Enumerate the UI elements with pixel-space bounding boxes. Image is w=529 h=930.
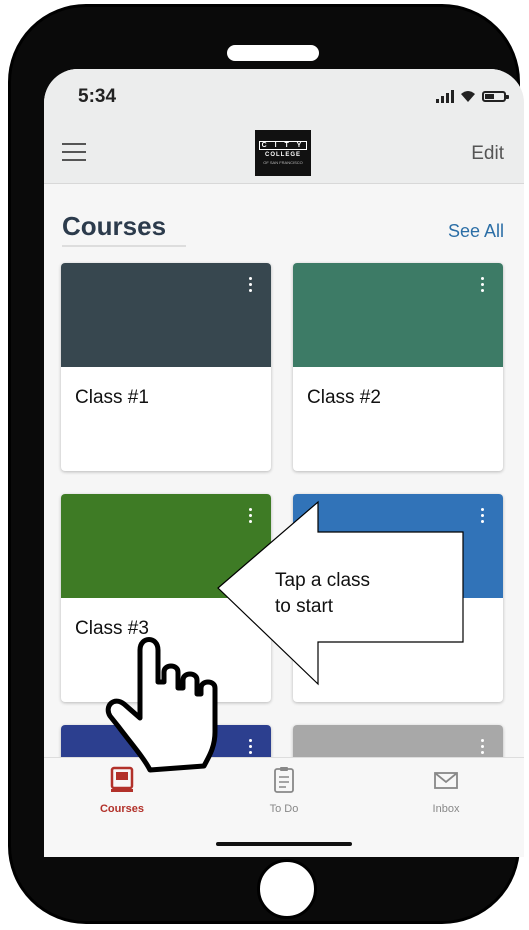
home-indicator: [216, 842, 352, 846]
course-card[interactable]: Class #1: [61, 263, 271, 471]
college-logo: C I T Y COLLEGE OF SAN FRANCISCO: [255, 130, 311, 176]
course-card[interactable]: Class #2: [293, 263, 503, 471]
logo-text-sf: OF SAN FRANCISCO: [263, 160, 303, 165]
callout-line-2: to start: [275, 596, 334, 617]
callout-line-1: Tap a class: [275, 570, 371, 591]
card-options-icon[interactable]: [249, 739, 253, 757]
phone-speaker: [227, 45, 319, 61]
app-screen: 5:34 C I T Y COLLEGE OF SAN FRANCISCO Ed…: [44, 69, 524, 857]
course-card-banner: [61, 263, 271, 367]
signal-icon: [436, 89, 454, 103]
battery-icon: [482, 90, 509, 102]
tab-todo-label: To Do: [269, 803, 299, 815]
course-card-title: Class #2: [307, 387, 381, 408]
todo-icon: [274, 767, 294, 793]
home-button[interactable]: [257, 859, 317, 919]
callout-text: Tap a class to start: [275, 568, 370, 620]
card-options-icon[interactable]: [481, 739, 485, 757]
course-card-title: Class #1: [75, 387, 149, 408]
status-time: 5:34: [78, 86, 117, 107]
tab-courses[interactable]: Courses: [72, 766, 172, 815]
inbox-icon: [434, 772, 458, 789]
courses-title: Courses: [62, 211, 167, 241]
card-options-icon[interactable]: [249, 277, 253, 295]
phone-frame: 5:34 C I T Y COLLEGE OF SAN FRANCISCO Ed…: [8, 4, 524, 924]
wifi-icon: [461, 91, 475, 102]
status-icons: [436, 89, 509, 103]
course-card[interactable]: Class #3: [61, 494, 271, 702]
course-card-title: Class #3: [75, 618, 149, 639]
tab-bar: Courses To Do Inbox: [44, 757, 524, 857]
logo-text-college: COLLEGE: [264, 152, 301, 158]
see-all-link[interactable]: See All: [448, 221, 504, 242]
card-options-icon[interactable]: [481, 508, 485, 526]
tab-inbox[interactable]: Inbox: [396, 766, 496, 815]
logo-text-city: C I T Y: [258, 141, 308, 150]
nav-bar: C I T Y COLLEGE OF SAN FRANCISCO Edit: [44, 125, 524, 184]
edit-button[interactable]: Edit: [471, 143, 504, 165]
tab-courses-label: Courses: [99, 803, 145, 815]
card-options-icon[interactable]: [481, 277, 485, 295]
tab-todo[interactable]: To Do: [234, 766, 334, 815]
title-underline: [62, 245, 186, 247]
course-card-banner: [61, 494, 271, 598]
hamburger-menu-icon[interactable]: [62, 143, 86, 163]
card-options-icon[interactable]: [249, 508, 253, 526]
courses-icon: [110, 766, 134, 792]
tab-inbox-label: Inbox: [432, 803, 460, 815]
course-card-banner: [293, 263, 503, 367]
status-bar: 5:34: [44, 69, 524, 125]
courses-header: Courses See All: [44, 183, 524, 247]
